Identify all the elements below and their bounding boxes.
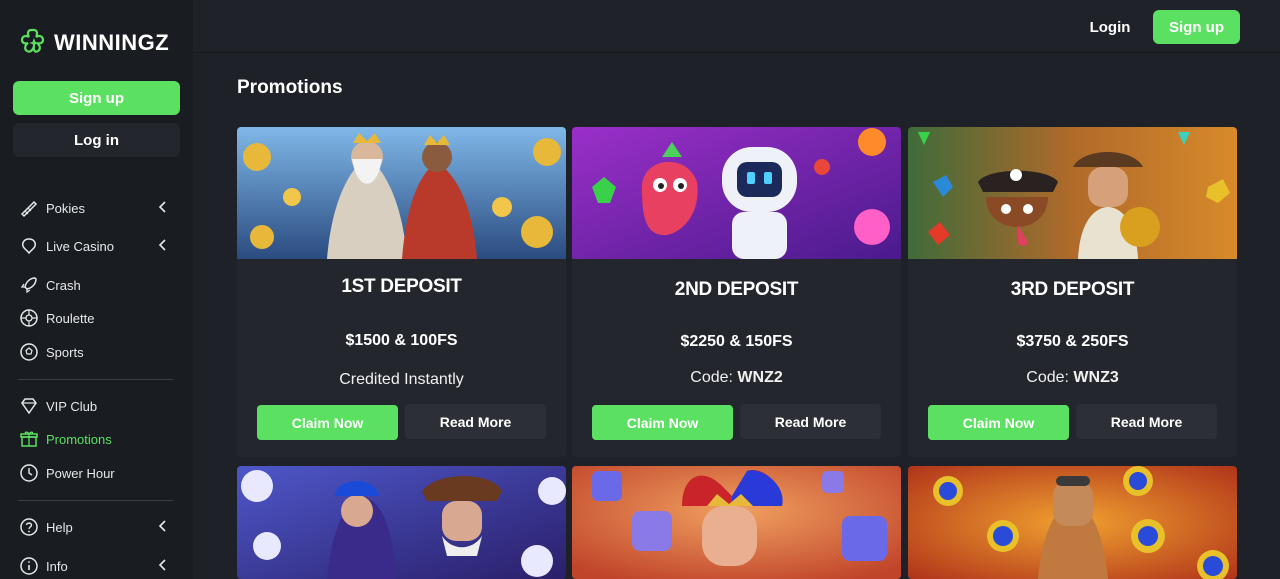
chevron-left-icon (158, 559, 166, 571)
sidebar-item-info[interactable]: Info (18, 552, 174, 579)
sidebar-item-label: Promotions (46, 431, 112, 447)
page-title: Promotions (237, 77, 343, 98)
promo-subtitle-text: Code: (1026, 369, 1074, 386)
claim-now-button[interactable]: Claim Now (928, 405, 1069, 440)
live-casino-icon (18, 235, 40, 257)
promo-subtitle: Code: WNZ2 (572, 369, 901, 387)
roulette-icon (18, 307, 40, 329)
promo-subtitle-text: Code: (690, 369, 738, 386)
chevron-left-icon (158, 201, 166, 213)
sidebar-item-power-hour[interactable]: Power Hour (18, 459, 174, 487)
help-icon (18, 516, 40, 538)
promo-amount: $1500 & 100FS (345, 332, 458, 349)
promo-title: 1ST DEPOSIT (341, 276, 462, 297)
sidebar-item-live-casino[interactable]: Live Casino (18, 232, 174, 260)
promo-banner-image (237, 466, 566, 579)
sidebar-item-label: Crash (46, 277, 81, 293)
sidebar-item-crash[interactable]: Crash (18, 271, 174, 299)
sidebar: WINNINGZ Sign up Log in Pokies Live Casi… (0, 0, 193, 579)
sidebar-item-sports[interactable]: Sports (18, 338, 174, 366)
sidebar-login-button[interactable]: Log in (13, 123, 180, 157)
sidebar-item-label: VIP Club (46, 398, 98, 414)
promo-subtitle: Credited Instantly (237, 371, 566, 389)
promo-banner-image (572, 127, 901, 259)
promo-code: WNZ2 (737, 369, 783, 386)
promo-code: WNZ3 (1073, 369, 1119, 386)
sidebar-signup-button[interactable]: Sign up (13, 81, 180, 115)
sidebar-item-label: Roulette (46, 310, 95, 326)
logo[interactable]: WINNINGZ (18, 27, 169, 59)
login-button[interactable]: Login (1090, 10, 1131, 44)
promo-banner-image (908, 466, 1237, 579)
read-more-button[interactable]: Read More (740, 404, 881, 439)
promo-amount: $3750 & 250FS (1016, 333, 1129, 350)
rocket-icon (18, 274, 40, 296)
sidebar-item-pokies[interactable]: Pokies (18, 194, 174, 222)
promo-subtitle-text: Credited Instantly (339, 371, 464, 388)
ball-icon (18, 341, 40, 363)
claim-now-button[interactable]: Claim Now (257, 405, 398, 440)
brand-name: WINNINGZ (54, 30, 170, 55)
sidebar-item-label: Info (46, 558, 68, 574)
promo-banner-image (908, 127, 1237, 259)
promo-title: 2ND DEPOSIT (674, 279, 799, 300)
pokies-icon (18, 197, 40, 219)
promo-banner-image (572, 466, 901, 579)
promo-title: 3RD DEPOSIT (1010, 279, 1135, 300)
promo-amount: $2250 & 150FS (680, 333, 793, 350)
promo-card-3rd-deposit: 3RD DEPOSIT $3750 & 250FS Code: WNZ3 Cla… (908, 127, 1237, 457)
sidebar-item-vip-club[interactable]: VIP Club (18, 392, 174, 420)
info-icon (18, 555, 40, 577)
sidebar-item-label: Power Hour (46, 465, 115, 481)
chevron-left-icon (158, 520, 166, 532)
promo-card (908, 466, 1237, 579)
sidebar-item-label: Pokies (46, 200, 86, 216)
read-more-button[interactable]: Read More (1076, 404, 1217, 439)
top-bar: Login Sign up (193, 0, 1280, 53)
sidebar-item-help[interactable]: Help (18, 513, 174, 541)
promo-subtitle: Code: WNZ3 (908, 369, 1237, 387)
chevron-left-icon (158, 239, 166, 251)
sidebar-item-label: Help (46, 519, 73, 535)
gift-icon (18, 428, 40, 450)
sidebar-divider (18, 500, 173, 501)
promo-card-1st-deposit: 1ST DEPOSIT $1500 & 100FS Credited Insta… (237, 127, 566, 457)
diamond-icon (18, 395, 40, 417)
read-more-button[interactable]: Read More (405, 404, 546, 439)
sidebar-item-label: Sports (46, 344, 84, 360)
sidebar-item-label: Live Casino (46, 238, 114, 254)
clover-logo-icon (20, 28, 45, 53)
promo-card (237, 466, 566, 579)
sidebar-item-roulette[interactable]: Roulette (18, 304, 174, 332)
clock-icon (18, 462, 40, 484)
promo-banner-image (237, 127, 566, 259)
sidebar-item-promotions[interactable]: Promotions (18, 425, 174, 453)
signup-button[interactable]: Sign up (1153, 10, 1240, 44)
promo-card-2nd-deposit: 2ND DEPOSIT $2250 & 150FS Code: WNZ2 Cla… (572, 127, 901, 457)
claim-now-button[interactable]: Claim Now (592, 405, 733, 440)
promo-card (572, 466, 901, 579)
sidebar-divider (18, 379, 173, 380)
